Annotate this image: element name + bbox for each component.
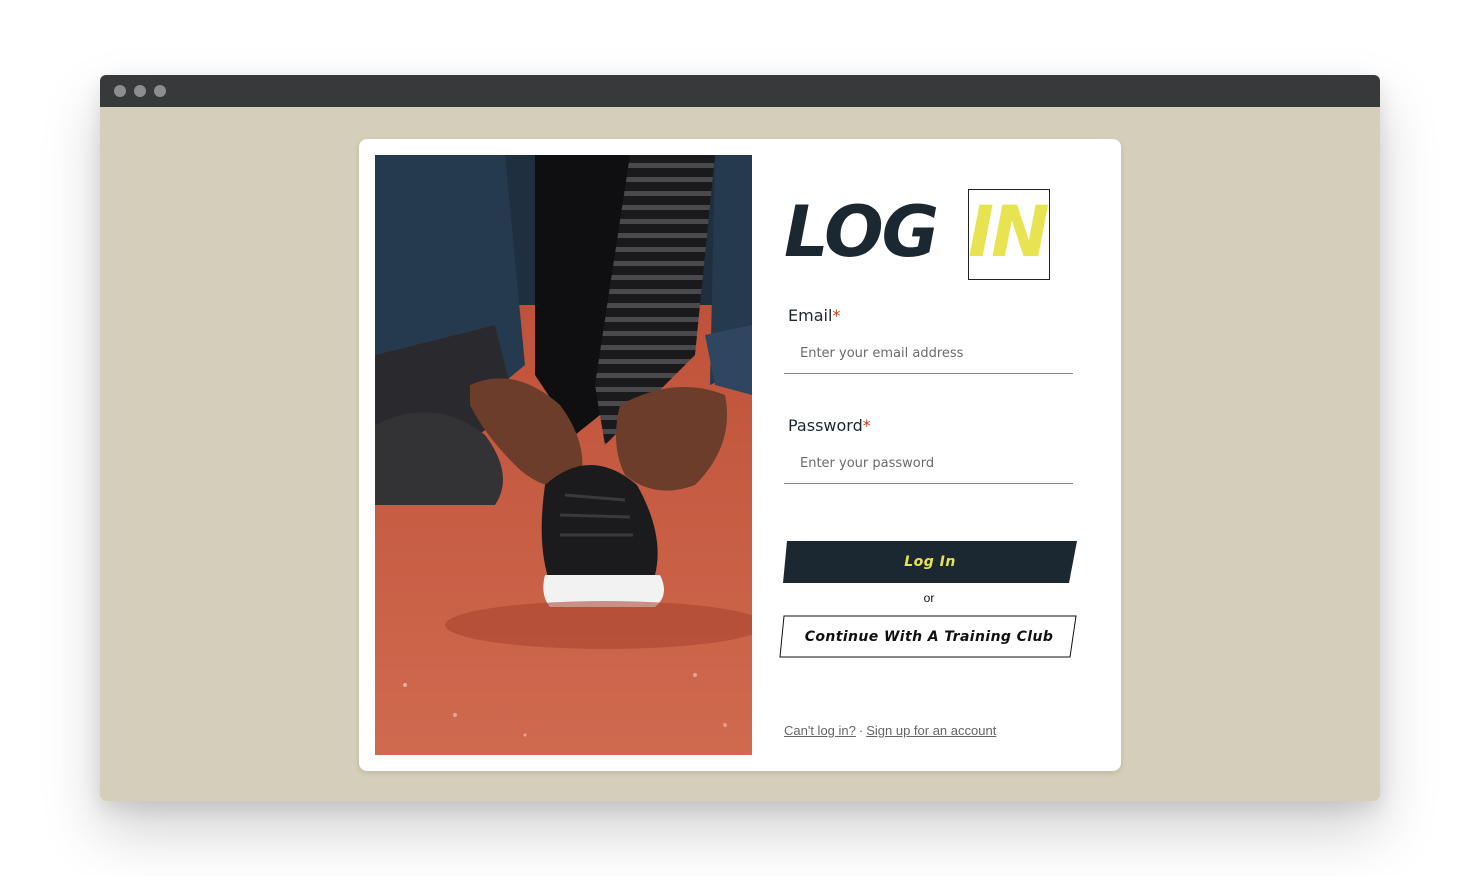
email-field[interactable] bbox=[784, 334, 1073, 374]
training-club-button[interactable]: Continue With A Training Club bbox=[779, 615, 1079, 659]
link-separator: · bbox=[858, 723, 864, 738]
password-label: Password* bbox=[788, 416, 871, 435]
browser-window: LOG IN Email* Password* Log In or bbox=[100, 75, 1380, 801]
training-club-button-frame: Continue With A Training Club bbox=[779, 615, 1079, 659]
login-form: LOG IN Email* Password* Log In or bbox=[779, 139, 1109, 771]
page-title-accent: IN bbox=[968, 191, 1050, 273]
login-button[interactable]: Log In bbox=[783, 541, 1077, 583]
window-close-dot[interactable] bbox=[114, 85, 126, 97]
email-required-mark: * bbox=[832, 306, 841, 325]
password-label-text: Password bbox=[788, 416, 863, 435]
page-viewport: LOG IN Email* Password* Log In or bbox=[100, 107, 1380, 801]
cant-login-link[interactable]: Can't log in? bbox=[784, 723, 856, 738]
runner-tying-shoe-photo bbox=[375, 155, 752, 755]
login-card: LOG IN Email* Password* Log In or bbox=[359, 139, 1121, 771]
signup-link[interactable]: Sign up for an account bbox=[866, 723, 996, 738]
photo-illustration bbox=[375, 155, 752, 755]
window-minimize-dot[interactable] bbox=[134, 85, 146, 97]
or-divider: or bbox=[923, 591, 935, 605]
email-label-text: Email bbox=[788, 306, 833, 325]
window-maximize-dot[interactable] bbox=[154, 85, 166, 97]
password-required-mark: * bbox=[862, 416, 871, 435]
password-field[interactable] bbox=[784, 444, 1073, 484]
footer-links: Can't log in? · Sign up for an account bbox=[784, 723, 996, 738]
page-title: LOG bbox=[784, 191, 939, 273]
email-label: Email* bbox=[788, 306, 840, 325]
browser-titlebar bbox=[100, 75, 1380, 107]
